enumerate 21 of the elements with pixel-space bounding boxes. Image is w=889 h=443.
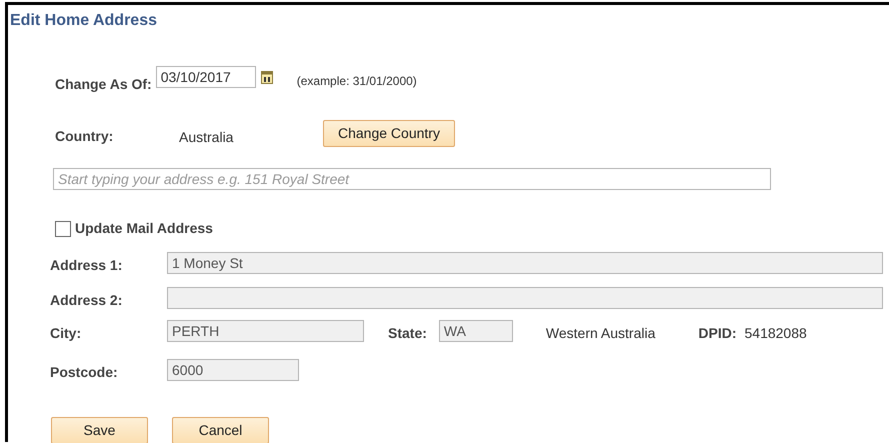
date-field[interactable]: 03/10/2017 [156, 66, 256, 88]
page-title: Edit Home Address [10, 11, 158, 30]
save-button[interactable]: Save [51, 417, 148, 443]
address-search-field[interactable]: Start typing your address e.g. 151 Royal Street [53, 168, 771, 190]
cancel-button[interactable]: Cancel [172, 417, 269, 443]
dpid-value: 54182088 [744, 324, 807, 344]
change-country-button[interactable]: Change Country [323, 120, 455, 148]
field-label: Postcode: [50, 363, 119, 382]
field-label: Address 2: [50, 291, 124, 310]
state-name: Western Australia [546, 324, 656, 344]
calendar-icon[interactable] [260, 70, 273, 84]
field-label: City: [50, 324, 82, 344]
checkbox[interactable] [55, 220, 71, 237]
field-label: DPID: [698, 324, 736, 344]
checkbox-label: Update Mail Address [75, 219, 213, 238]
field-label: Country: [55, 127, 114, 146]
field-label: Change As Of: [55, 75, 152, 94]
format-hint: (example: 31/01/2000) [296, 72, 417, 90]
field-label: State: [388, 324, 427, 344]
field-label: Address 1: [50, 256, 124, 276]
country-value: Australia [179, 128, 234, 148]
